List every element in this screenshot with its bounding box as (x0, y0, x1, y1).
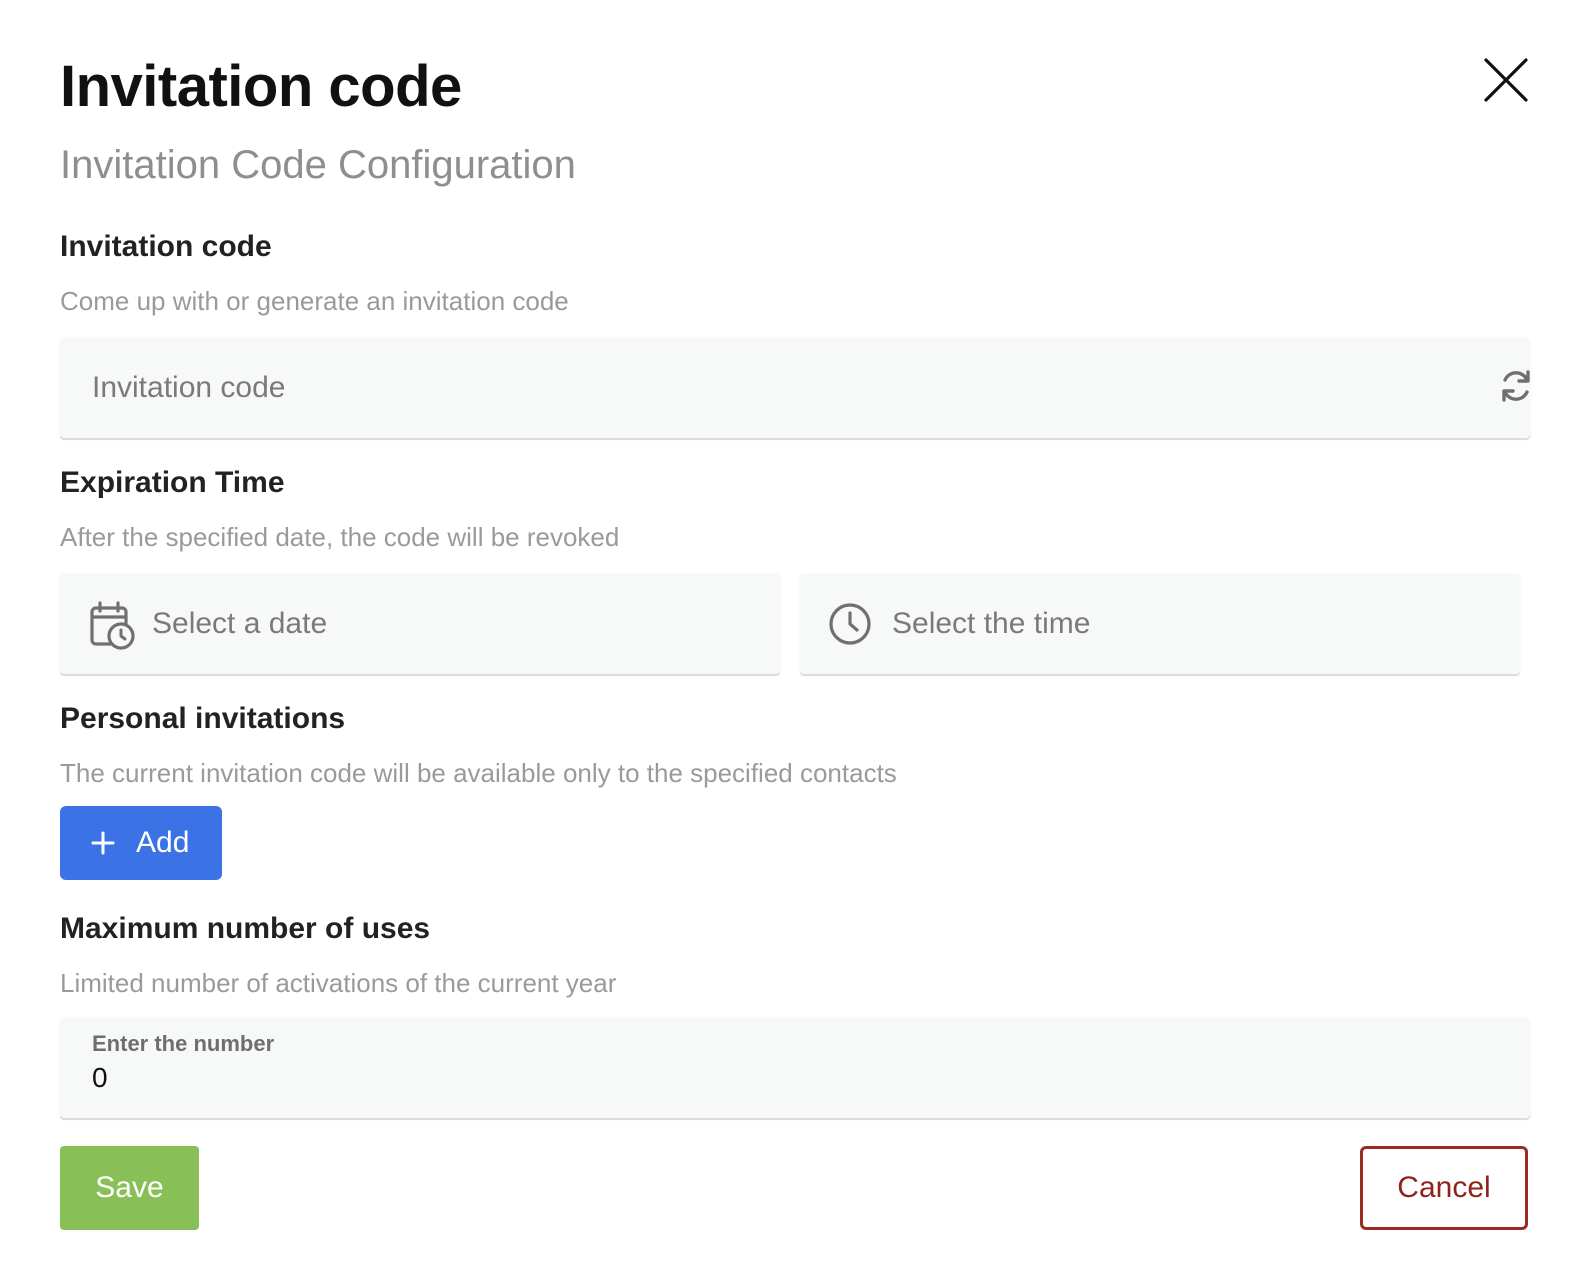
invitation-code-description: Come up with or generate an invitation c… (60, 286, 569, 316)
save-button[interactable]: Save (60, 1146, 199, 1230)
cancel-button-label: Cancel (1397, 1171, 1491, 1204)
add-contact-button[interactable]: Add (60, 806, 222, 880)
generate-code-button[interactable] (1496, 366, 1536, 411)
date-placeholder: Select a date (152, 607, 328, 640)
personal-invitations-heading: Personal invitations (60, 702, 346, 735)
time-placeholder: Select the time (892, 607, 1091, 640)
expiration-heading: Expiration Time (60, 466, 285, 499)
cancel-button[interactable]: Cancel (1360, 1146, 1528, 1230)
personal-invitations-description: The current invitation code will be avai… (60, 758, 897, 788)
close-icon (1484, 58, 1528, 102)
close-button[interactable] (1482, 56, 1530, 104)
save-button-label: Save (95, 1171, 164, 1204)
plus-icon (91, 831, 115, 855)
date-picker-field[interactable]: Select a date (60, 574, 780, 674)
max-uses-description: Limited number of activations of the cur… (60, 968, 617, 998)
refresh-icon (1502, 370, 1530, 402)
expiration-description: After the specified date, the code will … (60, 522, 620, 552)
clock-icon (828, 602, 872, 651)
invitation-code-heading: Invitation code (60, 230, 272, 263)
add-button-label: Add (136, 826, 190, 859)
max-uses-field-label: Enter the number (92, 1031, 275, 1056)
invitation-code-dialog: Invitation code Invitation Code Configur… (0, 0, 1590, 1268)
max-uses-input[interactable] (60, 1018, 1530, 1118)
invitation-code-input[interactable]: Invitation code (60, 338, 1530, 438)
max-uses-value[interactable]: 0 (92, 1060, 108, 1096)
dialog-subtitle: Invitation Code Configuration (60, 143, 576, 187)
dialog-title: Invitation code (60, 54, 462, 119)
invitation-code-placeholder: Invitation code (92, 371, 286, 404)
time-picker-field[interactable]: Select the time (800, 574, 1520, 674)
calendar-clock-icon (90, 600, 136, 655)
max-uses-heading: Maximum number of uses (60, 912, 431, 945)
